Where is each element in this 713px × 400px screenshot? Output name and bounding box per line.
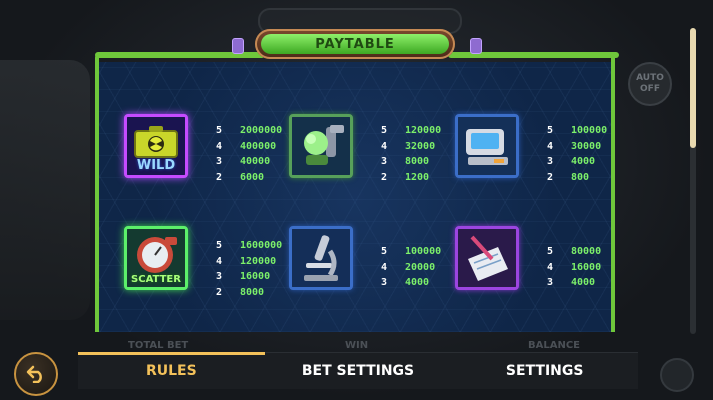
auto-spin-button: AUTO OFF bbox=[628, 62, 672, 106]
page-title: PAYTABLE bbox=[315, 36, 395, 52]
notepad-pays: 5 80000 4 16000 3 4000 bbox=[547, 246, 602, 288]
brain-machine-icon bbox=[292, 117, 350, 175]
tab-bet-settings[interactable]: BET SETTINGS bbox=[265, 353, 452, 389]
brain-machine-pays: 5 120000 4 32000 3 8000 2 1200 bbox=[381, 125, 442, 183]
tab-settings[interactable]: SETTINGS bbox=[451, 353, 638, 389]
notepad-symbol bbox=[455, 226, 519, 290]
microscope-pays: 5 100000 4 20000 3 4000 bbox=[381, 246, 442, 288]
notepad-icon bbox=[458, 229, 516, 287]
tab-rules[interactable]: RULES bbox=[78, 352, 265, 389]
computer-icon bbox=[458, 117, 516, 175]
scrollbar-thumb[interactable] bbox=[690, 28, 696, 148]
balance-label: BALANCE bbox=[528, 340, 581, 351]
valve-icon bbox=[232, 38, 244, 54]
back-button[interactable] bbox=[14, 352, 58, 396]
background-scientist bbox=[0, 60, 90, 320]
scatter-symbol: SCATTER bbox=[124, 226, 188, 290]
computer-symbol bbox=[455, 114, 519, 178]
wild-label: WILD bbox=[136, 158, 176, 173]
total-bet-label: TOTAL BET bbox=[128, 340, 189, 351]
background-settings-button bbox=[660, 358, 694, 392]
brain-machine-symbol bbox=[289, 114, 353, 178]
wild-symbol: WILD bbox=[124, 114, 188, 178]
back-arrow-icon bbox=[26, 365, 42, 383]
microscope-icon bbox=[292, 229, 350, 287]
paytable-title-plate: PAYTABLE bbox=[255, 29, 455, 59]
scatter-label: SCATTER bbox=[131, 274, 181, 285]
computer-pays: 5 100000 4 30000 3 4000 2 800 bbox=[547, 125, 608, 183]
wild-pays: 5 2000000 4 400000 3 40000 2 6000 bbox=[216, 125, 283, 183]
scatter-pays: 5 1600000 4 120000 3 16000 2 8000 bbox=[216, 240, 283, 298]
valve-icon bbox=[470, 38, 482, 54]
win-label: WIN bbox=[345, 340, 369, 351]
microscope-symbol bbox=[289, 226, 353, 290]
tab-bar: RULES BET SETTINGS SETTINGS bbox=[78, 352, 638, 389]
pipe-frame bbox=[95, 52, 615, 332]
